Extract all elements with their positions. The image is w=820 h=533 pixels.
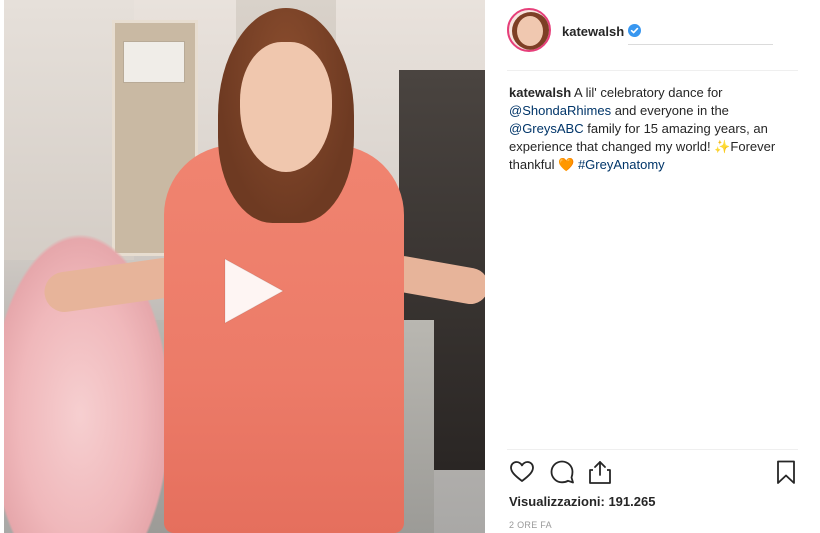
play-icon[interactable] xyxy=(217,253,289,329)
heart-icon[interactable] xyxy=(509,459,535,485)
divider xyxy=(507,449,798,450)
sparkles-emoji: ✨ xyxy=(714,139,731,154)
header-divider xyxy=(628,44,773,45)
action-bar xyxy=(509,459,799,487)
post-header: katewalsh xyxy=(485,0,820,66)
avatar[interactable] xyxy=(507,8,551,52)
post-sidebar: katewalsh katewalsh A lil' celebratory d… xyxy=(485,0,820,533)
post-caption: katewalsh A lil' celebratory dance for @… xyxy=(509,84,799,174)
comment-icon[interactable] xyxy=(549,459,575,485)
mention-greysabc[interactable]: @GreysABC xyxy=(509,121,584,136)
instagram-post: katewalsh katewalsh A lil' celebratory d… xyxy=(0,0,820,533)
caption-text: and everyone in the xyxy=(611,103,729,118)
view-count[interactable]: Visualizzazioni: 191.265 xyxy=(509,494,655,509)
orange-heart-emoji: 🧡 xyxy=(558,157,575,172)
video-person-face xyxy=(240,42,332,172)
share-icon[interactable] xyxy=(587,459,613,485)
verified-badge-icon xyxy=(628,24,641,37)
hashtag-greyanatomy[interactable]: #GreyAnatomy xyxy=(574,157,665,172)
username-link[interactable]: katewalsh xyxy=(562,24,624,39)
mention-shondarhimes[interactable]: @ShondaRhimes xyxy=(509,103,611,118)
post-timestamp[interactable]: 2 ORE FA xyxy=(509,520,552,530)
caption-text: A lil' celebratory dance for xyxy=(571,85,723,100)
bookmark-icon[interactable] xyxy=(773,459,799,485)
divider xyxy=(507,70,798,71)
caption-username[interactable]: katewalsh xyxy=(509,85,571,100)
avatar-face xyxy=(517,16,543,46)
post-video[interactable] xyxy=(4,0,485,533)
